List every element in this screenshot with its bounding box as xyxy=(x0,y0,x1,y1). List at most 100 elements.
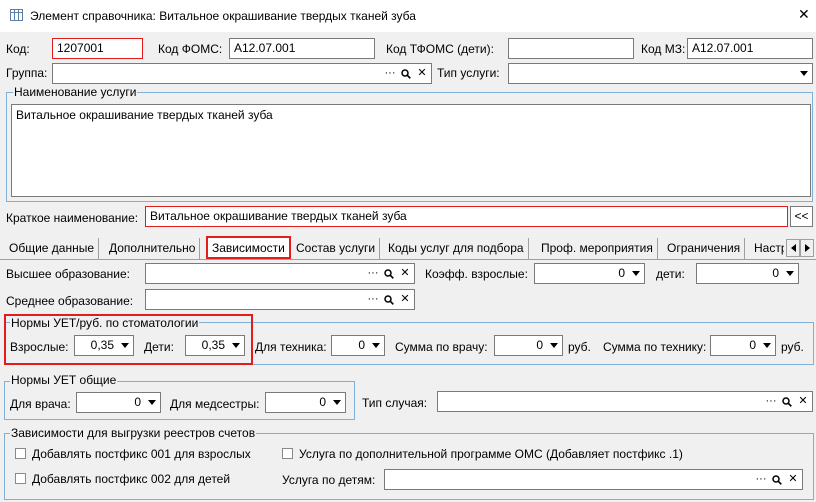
tech-spinner[interactable]: 0 xyxy=(331,335,385,356)
sum-tech-value: 0 xyxy=(749,338,756,352)
uet-general-title: Нормы УЕТ общие xyxy=(10,373,118,387)
sum-tech-spinner[interactable]: 0 xyxy=(710,335,776,356)
stomat-norms-title: Нормы УЕТ/руб. по стоматологии xyxy=(10,316,200,330)
clear-icon[interactable]: ✕ xyxy=(397,265,413,282)
tab-scroll-right-icon[interactable] xyxy=(800,239,814,257)
higher-edu-field[interactable]: ··· ✕ xyxy=(145,263,415,284)
sum-doctor-label: Сумма по врачу: xyxy=(395,340,488,354)
rub-label-2: руб. xyxy=(781,340,804,354)
tab-additional[interactable]: Дополнительно xyxy=(105,238,201,259)
postfix001-label: Добавлять постфикс 001 для взрослых xyxy=(32,447,251,461)
tab-settings[interactable]: Настр xyxy=(750,238,784,259)
search-icon[interactable] xyxy=(381,265,397,282)
ellipsis-button[interactable]: ··· xyxy=(753,471,769,488)
postfix001-checkbox[interactable] xyxy=(15,448,26,459)
adults-value: 0,35 xyxy=(90,338,114,352)
tab-prof-measures[interactable]: Проф. мероприятия xyxy=(537,238,658,259)
secondary-edu-field[interactable]: ··· ✕ xyxy=(145,289,415,310)
kids-value: 0,35 xyxy=(201,338,225,352)
tfoms-field[interactable] xyxy=(508,38,634,59)
tab-restrictions[interactable]: Ограничения xyxy=(663,238,746,259)
tab-dependencies[interactable]: Зависимости xyxy=(206,236,291,259)
chevron-down-icon[interactable] xyxy=(628,265,643,282)
group-field[interactable]: ··· ✕ xyxy=(52,63,432,84)
higher-edu-label: Высшее образование: xyxy=(6,267,130,281)
service-name-textarea[interactable]: Витальное окрашивание твердых тканей зуб… xyxy=(11,104,811,197)
chevron-down-icon[interactable] xyxy=(329,394,344,411)
chevron-down-icon[interactable] xyxy=(144,394,159,411)
copy-name-button-label: << xyxy=(794,209,809,223)
chevron-down-icon[interactable] xyxy=(796,65,811,82)
clear-icon[interactable]: ✕ xyxy=(795,393,811,410)
tab-general[interactable]: Общие данные xyxy=(5,238,100,259)
tab-service-codes[interactable]: Коды услуг для подбора xyxy=(384,238,529,259)
adults-spinner[interactable]: 0,35 xyxy=(74,335,134,356)
mz-field[interactable]: A12.07.001 xyxy=(687,38,813,59)
additional-program-label: Услуга по дополнительной программе ОМС (… xyxy=(299,447,683,461)
tab-service-composition[interactable]: Состав услуги xyxy=(292,238,381,259)
ellipsis-button[interactable]: ··· xyxy=(365,265,381,282)
for-doctor-label: Для врача: xyxy=(10,397,71,411)
close-icon[interactable]: ✕ xyxy=(798,7,810,21)
ellipsis-button[interactable]: ··· xyxy=(365,291,381,308)
clear-icon[interactable]: ✕ xyxy=(414,65,430,82)
rub-label-1: руб. xyxy=(568,340,591,354)
for-doctor-value: 0 xyxy=(134,395,141,409)
search-icon[interactable] xyxy=(381,291,397,308)
mz-label: Код МЗ: xyxy=(641,42,686,56)
title-bar: Элемент справочника: Витальное окрашиван… xyxy=(0,0,816,32)
sum-tech-label: Сумма по технику: xyxy=(603,340,707,354)
service-name-text: Витальное окрашивание твердых тканей зуб… xyxy=(16,108,273,122)
coef-adults-value: 0 xyxy=(618,266,625,280)
group-label: Группа: xyxy=(6,66,48,80)
adults-label: Взрослые: xyxy=(10,340,69,354)
for-nurse-spinner[interactable]: 0 xyxy=(265,392,346,413)
coef-adults-label: Коэфф. взрослые: xyxy=(425,267,528,281)
ellipsis-button[interactable]: ··· xyxy=(763,393,779,410)
sum-doctor-spinner[interactable]: 0 xyxy=(494,335,563,356)
chevron-down-icon[interactable] xyxy=(368,337,383,354)
tab-strip-line xyxy=(0,259,816,260)
chevron-down-icon[interactable] xyxy=(228,337,243,354)
postfix002-label: Добавлять постфикс 002 для детей xyxy=(32,472,231,486)
ellipsis-button[interactable]: ··· xyxy=(382,65,398,82)
copy-name-button[interactable]: << xyxy=(790,206,813,227)
code-label: Код: xyxy=(6,42,30,56)
tech-value: 0 xyxy=(358,338,365,352)
children-label: дети: xyxy=(656,267,685,281)
coef-adults-spinner[interactable]: 0 xyxy=(534,263,645,284)
short-name-field[interactable]: Витальное окрашивание твердых тканей зуб… xyxy=(145,206,788,227)
tfoms-label: Код ТФОМС (дети): xyxy=(386,42,494,56)
children-value: 0 xyxy=(772,266,779,280)
short-name-label: Краткое наименование: xyxy=(6,211,139,225)
case-type-field[interactable]: ··· ✕ xyxy=(437,391,813,412)
clear-icon[interactable]: ✕ xyxy=(785,471,801,488)
kids-service-label: Услуга по детям: xyxy=(282,473,376,487)
postfix002-checkbox[interactable] xyxy=(15,473,26,484)
service-type-select[interactable] xyxy=(508,63,813,84)
chevron-down-icon[interactable] xyxy=(782,265,797,282)
tech-label: Для техника: xyxy=(255,340,327,354)
for-doctor-spinner[interactable]: 0 xyxy=(76,392,161,413)
search-icon[interactable] xyxy=(398,65,414,82)
chevron-down-icon[interactable] xyxy=(117,337,132,354)
search-icon[interactable] xyxy=(779,393,795,410)
code-field[interactable]: 1207001 xyxy=(52,38,143,59)
search-icon[interactable] xyxy=(769,471,785,488)
clear-icon[interactable]: ✕ xyxy=(397,291,413,308)
service-type-label: Тип услуги: xyxy=(437,66,500,80)
kids-label: Дети: xyxy=(144,340,174,354)
case-type-label: Тип случая: xyxy=(362,396,428,410)
for-nurse-value: 0 xyxy=(319,395,326,409)
kids-service-field[interactable]: ··· ✕ xyxy=(384,469,803,490)
tab-scroll-left-icon[interactable] xyxy=(786,239,800,257)
service-name-group-title: Наименование услуги xyxy=(13,85,138,99)
foms-field[interactable]: A12.07.001 xyxy=(229,38,375,59)
chevron-down-icon[interactable] xyxy=(546,337,561,354)
chevron-down-icon[interactable] xyxy=(759,337,774,354)
additional-program-checkbox[interactable] xyxy=(282,448,293,459)
children-spinner[interactable]: 0 xyxy=(696,263,799,284)
kids-spinner[interactable]: 0,35 xyxy=(185,335,245,356)
secondary-edu-label: Среднее образование: xyxy=(6,294,134,308)
sum-doctor-value: 0 xyxy=(536,338,543,352)
